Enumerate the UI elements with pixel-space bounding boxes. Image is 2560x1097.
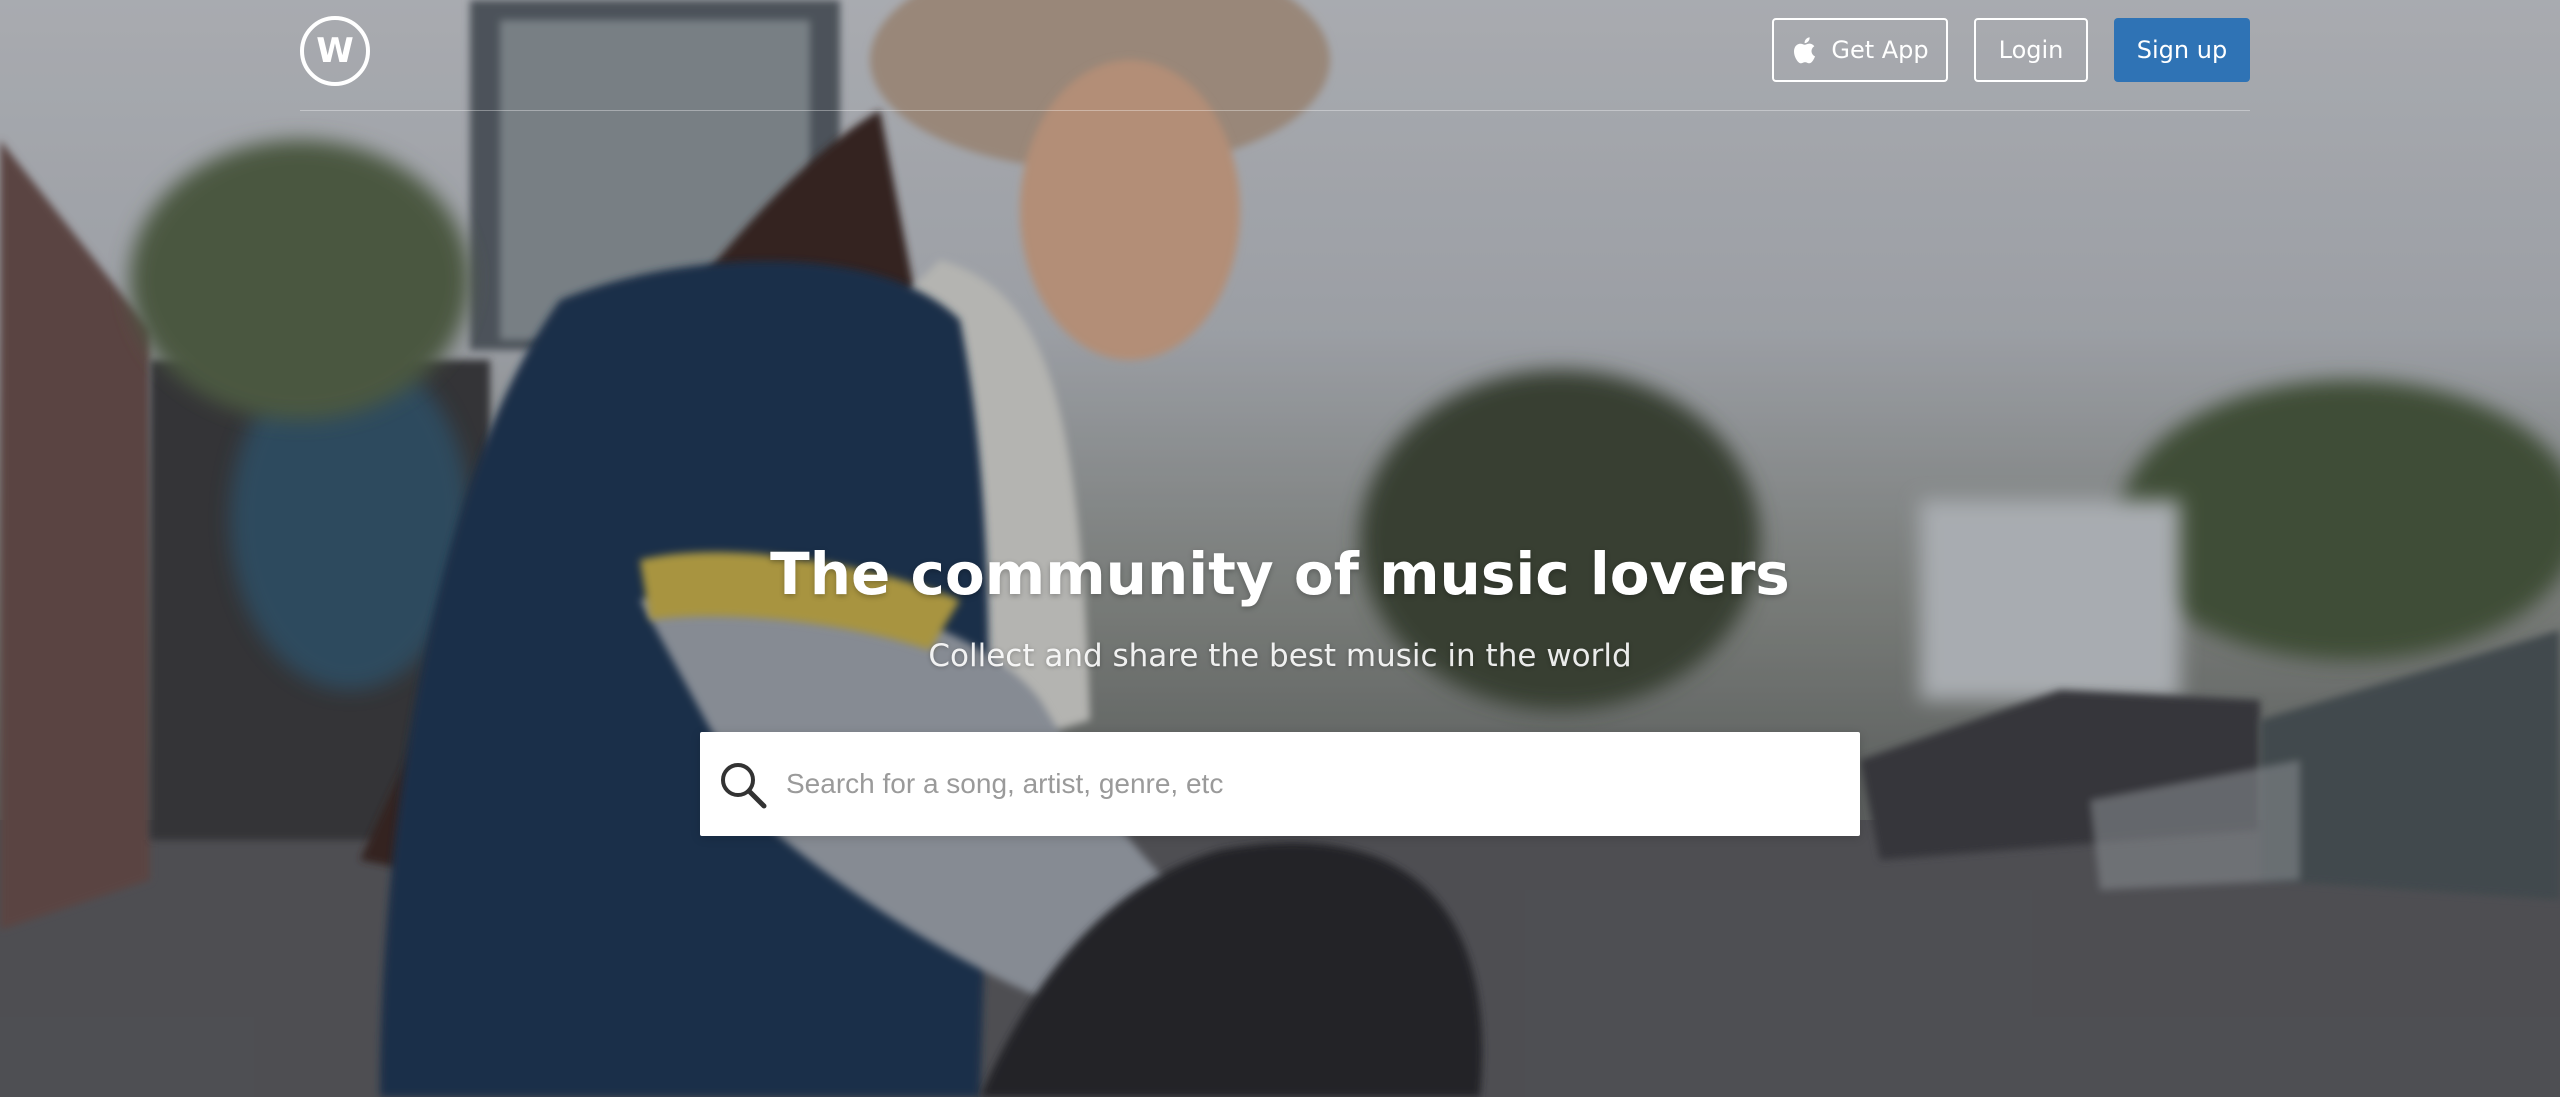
get-app-label: Get App (1831, 36, 1929, 64)
login-button[interactable]: Login (1974, 18, 2088, 82)
login-label: Login (1998, 36, 2064, 64)
logo[interactable]: W (300, 16, 370, 86)
search-input[interactable] (786, 732, 1836, 836)
signup-button[interactable]: Sign up (2114, 18, 2250, 82)
top-nav: W Get App Login Sign up (300, 0, 2250, 111)
logo-letter: W (316, 31, 354, 71)
signup-label: Sign up (2136, 36, 2228, 64)
hero-subheadline: Collect and share the best music in the … (928, 638, 1632, 674)
hero-headline: The community of music lovers (770, 540, 1790, 608)
search-icon (721, 763, 767, 809)
search-bar[interactable] (700, 732, 1860, 836)
apple-icon (1794, 37, 1816, 64)
get-app-button[interactable]: Get App (1772, 18, 1948, 82)
